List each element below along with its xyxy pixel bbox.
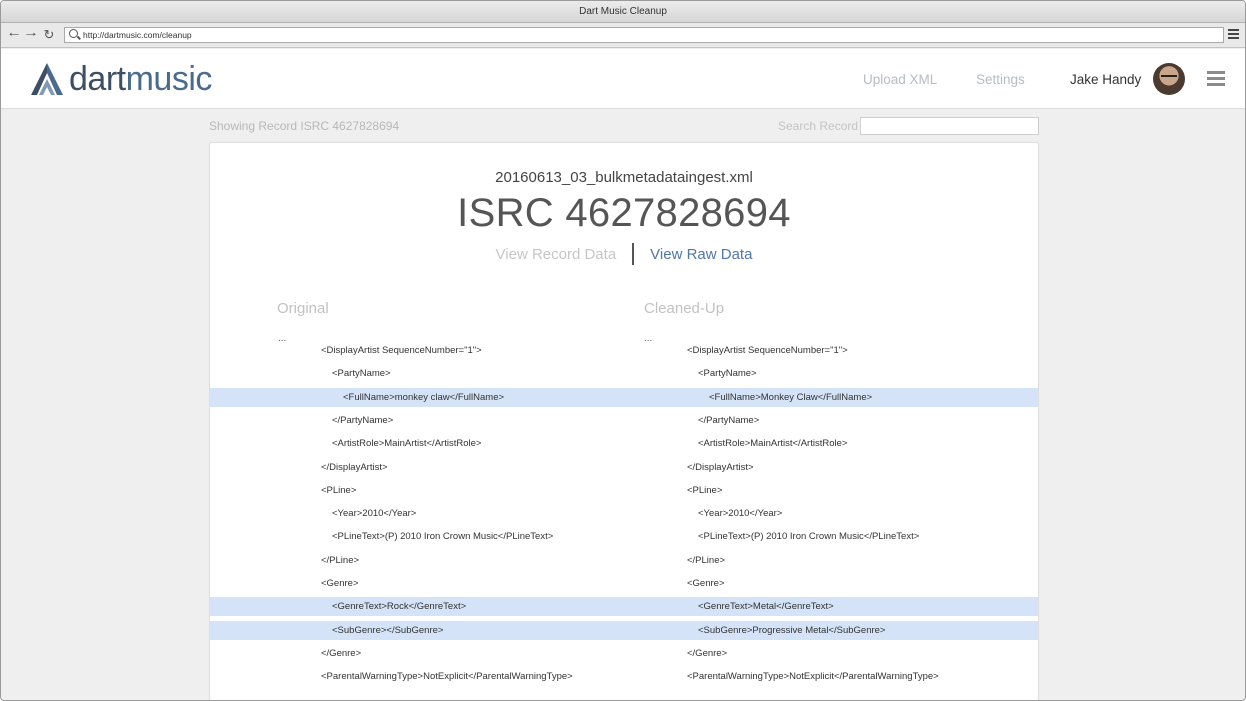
diff-row: <ArtistRole>MainArtist</ArtistRole> <Arti… bbox=[210, 434, 1038, 453]
record-card: 20160613_03_bulkmetadataingest.xml ISRC … bbox=[209, 142, 1039, 700]
cleaned-line: <PLineText>(P) 2010 Iron Crown Music</PL… bbox=[698, 531, 920, 543]
original-line: <PLineText>(P) 2010 Iron Crown Music</PL… bbox=[332, 531, 554, 543]
logo-text-dart: dart bbox=[69, 60, 126, 98]
window-titlebar: Dart Music Cleanup bbox=[1, 1, 1245, 23]
browser-menu-icon[interactable] bbox=[1228, 29, 1239, 40]
diff-row: </PartyName> </PartyName> bbox=[210, 411, 1038, 430]
original-column-title: Original bbox=[277, 300, 329, 317]
cleaned-line: </Genre> bbox=[687, 647, 728, 659]
cleaned-line: </PartyName> bbox=[698, 414, 760, 426]
view-toggle: View Record Data View Raw Data bbox=[210, 243, 1038, 265]
cleaned-line: <Year>2010</Year> bbox=[698, 508, 783, 520]
back-arrow-icon[interactable]: 🠀 bbox=[6, 26, 22, 44]
settings-link[interactable]: Settings bbox=[976, 72, 1025, 87]
original-line: <SubGenre></SubGenre> bbox=[332, 624, 444, 636]
logo-wordmark: dartmusic bbox=[69, 59, 212, 99]
original-line: <Year>2010</Year> bbox=[332, 508, 417, 520]
record-isrc-title: ISRC 4627828694 bbox=[457, 191, 791, 235]
original-line: <Genre> bbox=[321, 578, 359, 589]
original-line: <GenreText>Rock</GenreText> bbox=[332, 601, 467, 613]
forward-arrow-icon[interactable]: 🠂 bbox=[23, 26, 39, 44]
original-line: <DisplayArtist SequenceNumber="1"> bbox=[321, 345, 482, 356]
diff-row: </DisplayArtist> </DisplayArtist> bbox=[210, 458, 1038, 477]
cleaned-line: <DisplayArtist SequenceNumber="1"> bbox=[687, 345, 848, 356]
search-record-input[interactable] bbox=[860, 117, 1039, 135]
avatar[interactable] bbox=[1153, 63, 1185, 95]
diff-row: <Genre> <Genre> bbox=[210, 574, 1038, 593]
original-line: <ArtistRole>MainArtist</ArtistRole> bbox=[332, 438, 482, 450]
cleaned-line: <PLine> bbox=[687, 484, 723, 496]
reload-icon[interactable]: ↻ bbox=[41, 26, 57, 44]
diff-row-changed: <GenreText>Rock</GenreText> <GenreText>Me… bbox=[210, 597, 1038, 617]
cleaned-line: <Genre> bbox=[687, 578, 725, 589]
diff-row: <DisplayArtist SequenceNumber="1"> <Displ… bbox=[210, 341, 1038, 360]
search-record-label: Search Record bbox=[778, 119, 859, 133]
original-line: </DisplayArtist> bbox=[321, 461, 388, 473]
original-line: <PartyName> bbox=[332, 368, 391, 380]
cleaned-line: <PartyName> bbox=[698, 368, 757, 380]
logo-text-music: music bbox=[125, 60, 213, 98]
hamburger-menu-icon[interactable] bbox=[1207, 71, 1225, 87]
diff-row: </Genre> </Genre> bbox=[210, 644, 1038, 663]
cleaned-line: </PLine> bbox=[687, 554, 726, 566]
diff-row: <PLineText>(P) 2010 Iron Crown Music</PL… bbox=[210, 527, 1038, 546]
diff-row-changed: <FullName>monkey claw</FullName> <FullNam… bbox=[210, 387, 1038, 407]
window-title: Dart Music Cleanup bbox=[579, 6, 667, 17]
browser-window: Dart Music Cleanup 🠀 🠂 ↻ http://dartmusi… bbox=[0, 0, 1246, 701]
diff-row: <PLine> <PLine> bbox=[210, 481, 1038, 500]
cleaned-line: <ParentalWarningType>NotExplicit</Parent… bbox=[687, 671, 939, 683]
url-text: http://dartmusic.com/cleanup bbox=[83, 30, 192, 40]
view-record-data-link[interactable]: View Record Data bbox=[496, 246, 617, 263]
original-line: </Genre> bbox=[321, 647, 362, 659]
view-toggle-divider bbox=[632, 243, 635, 265]
cleaned-line: <GenreText>Metal</GenreText> bbox=[698, 601, 834, 613]
cleaned-line: <FullName>Monkey Claw</FullName> bbox=[709, 391, 873, 403]
address-bar[interactable]: http://dartmusic.com/cleanup bbox=[64, 27, 1224, 43]
view-raw-data-link[interactable]: View Raw Data bbox=[650, 246, 752, 263]
record-filename: 20160613_03_bulkmetadataingest.xml bbox=[495, 169, 753, 186]
cleaned-line: <SubGenre>Progressive Metal</SubGenre> bbox=[698, 624, 886, 636]
original-line: </PLine> bbox=[321, 554, 360, 566]
original-line: <ParentalWarningType>NotExplicit</Parent… bbox=[321, 671, 573, 683]
cleaned-line: </DisplayArtist> bbox=[687, 461, 754, 473]
browser-toolbar: 🠀 🠂 ↻ http://dartmusic.com/cleanup bbox=[1, 23, 1245, 48]
diff-row-changed: <SubGenre></SubGenre> <SubGenre>Progressi… bbox=[210, 620, 1038, 640]
user-name[interactable]: Jake Handy bbox=[1070, 72, 1141, 87]
search-icon bbox=[69, 29, 78, 38]
diff-row: <ParentalWarningType>NotExplicit</Parent… bbox=[210, 667, 1038, 686]
cleaned-column-title: Cleaned-Up bbox=[644, 300, 725, 317]
chevron-logo-icon bbox=[31, 63, 63, 95]
app-header: dartmusic Upload XML Settings Jake Handy bbox=[1, 49, 1245, 109]
dartmusic-logo[interactable]: dartmusic bbox=[29, 59, 212, 99]
original-line: </PartyName> bbox=[332, 414, 394, 426]
diff-row: <Year>2010</Year> <Year>2010</Year> bbox=[210, 504, 1038, 523]
upload-xml-link[interactable]: Upload XML bbox=[863, 72, 937, 87]
showing-record-label: Showing Record ISRC 4627828694 bbox=[209, 119, 400, 133]
original-line: <PLine> bbox=[321, 484, 357, 496]
diff-row: </PLine> </PLine> bbox=[210, 551, 1038, 570]
diff-row: <PartyName> <PartyName> bbox=[210, 364, 1038, 383]
cleaned-line: <ArtistRole>MainArtist</ArtistRole> bbox=[698, 438, 848, 450]
original-line: <FullName>monkey claw</FullName> bbox=[343, 391, 505, 403]
